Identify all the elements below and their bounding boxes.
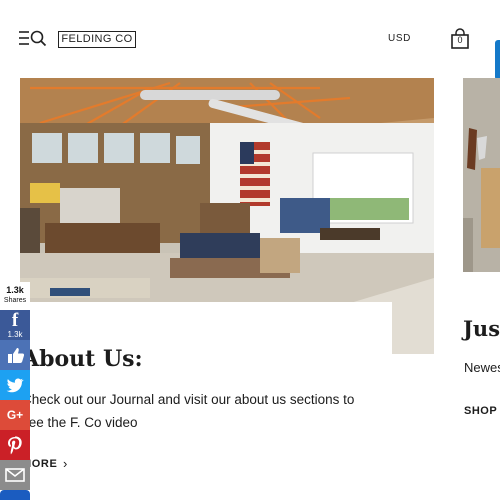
site-header: FELDING CO USD 0 <box>0 0 500 80</box>
twitter-share-button[interactable] <box>0 370 30 400</box>
side-tab[interactable] <box>495 40 500 80</box>
chevron-right-icon[interactable]: › <box>63 456 67 471</box>
facebook-share-button[interactable]: f 1.3k <box>0 310 30 340</box>
about-description: Check out our Journal and visit our abou… <box>22 392 355 430</box>
more-share-icon[interactable] <box>0 490 30 500</box>
like-icon <box>8 348 25 363</box>
facebook-icon: f <box>11 310 19 331</box>
site-logo[interactable]: FELDING CO <box>58 31 136 48</box>
email-icon <box>5 468 25 482</box>
pinterest-share-button[interactable] <box>0 430 30 460</box>
facebook-count: 1.3k <box>7 330 23 339</box>
google-plus-icon: G+ <box>6 408 24 422</box>
share-total: 1.3k Shares <box>0 282 30 310</box>
like-share-button[interactable] <box>0 340 30 370</box>
google-plus-share-button[interactable]: G+ <box>0 400 30 430</box>
cart-count: 0 <box>457 35 463 45</box>
cart-button[interactable]: 0 <box>451 28 469 49</box>
product-image[interactable] <box>463 78 500 272</box>
next-card-text: Newes <box>464 360 500 375</box>
twitter-icon <box>6 378 24 393</box>
email-share-button[interactable] <box>0 460 30 490</box>
next-card-title: Just <box>463 316 500 341</box>
shop-now-link[interactable]: SHOP N <box>464 405 500 417</box>
pinterest-icon <box>8 436 22 455</box>
share-total-count: 1.3k <box>6 285 24 295</box>
share-total-label: Shares <box>3 297 27 304</box>
about-title: About Us: <box>22 346 143 372</box>
menu-search-icon[interactable] <box>19 29 47 47</box>
currency-selector[interactable]: USD <box>388 33 411 44</box>
